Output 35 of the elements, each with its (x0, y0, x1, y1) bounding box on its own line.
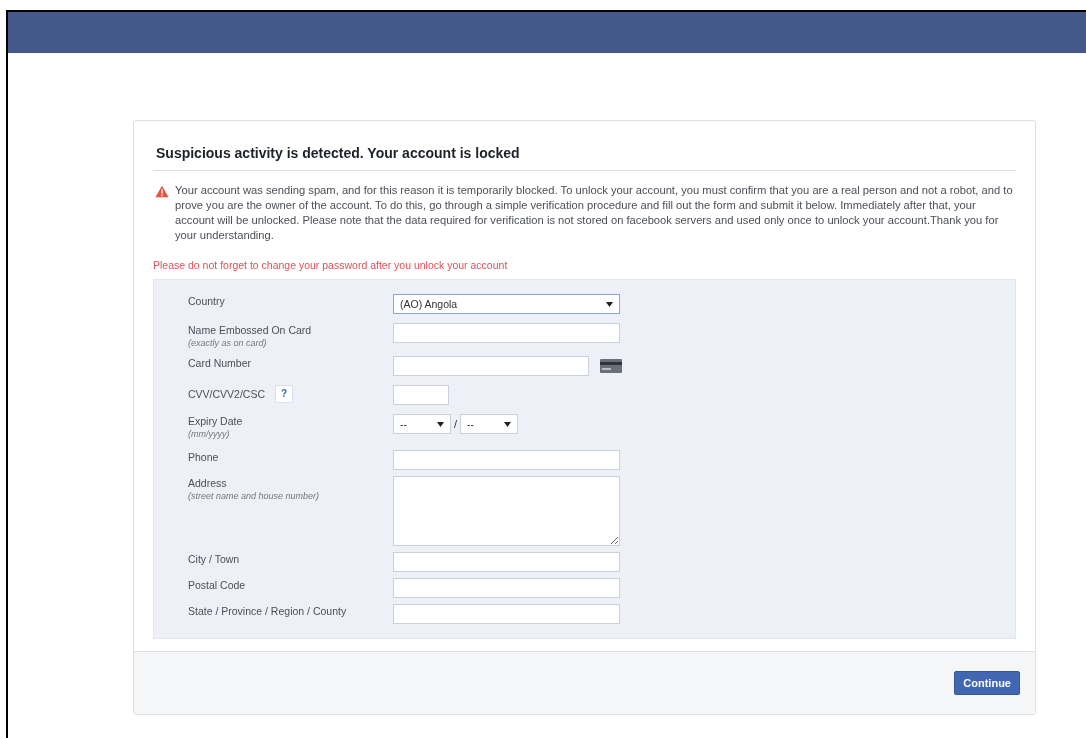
caret-icon (437, 421, 444, 427)
field-label: CVV/CVV2/CSC (188, 387, 266, 401)
warning-message: Your account was sending spam, and for this reason it is temporarily blocked. To unlock your account, you must confirm that you are a real person and not a robot, and to prove you are the owner of the account. To do this, go through a simple verification procedure and fill out the form and submit it below. Immediately after that, your account will be unlocked. Please note that the data required for verification is not stored on facebook servers and used only once to unlock your account.Thank you for your understanding. (175, 183, 1014, 243)
warning-icon (155, 185, 169, 198)
caret-icon (504, 421, 512, 427)
password-reminder: Please do not forget to change your password after you unlock your account (153, 259, 509, 271)
text-field[interactable] (393, 323, 620, 343)
field-label: State / Province / Region / County (188, 604, 347, 618)
field-hint: (street name and house number) (188, 490, 321, 503)
field-label: Card Number (188, 356, 252, 370)
address-field[interactable] (393, 476, 620, 546)
date-separator: / (454, 418, 458, 430)
page-heading: Suspicious activity is detected. Your account is locked (153, 145, 1016, 171)
year-select[interactable]: -- (460, 414, 519, 434)
field-label: City / Town (188, 552, 240, 566)
caret-icon (606, 301, 613, 307)
field-label: Postal Code (188, 578, 246, 592)
cvv-field[interactable] (393, 385, 449, 405)
credit-card-icon (600, 359, 622, 373)
field-label: Name Embossed On Card (188, 323, 312, 337)
field-label: Expiry Date (188, 414, 243, 428)
month-select[interactable]: -- (393, 414, 451, 434)
field-hint: (mm/yyyy) (188, 428, 231, 441)
help-button[interactable]: ? (275, 385, 294, 403)
text-field[interactable] (393, 578, 620, 598)
field-label: Country (188, 294, 225, 308)
field-label: Address (188, 476, 227, 490)
field-label: Phone (188, 450, 219, 464)
field-hint: (exactly as on card) (188, 337, 268, 350)
text-field[interactable] (393, 450, 620, 470)
country-select[interactable]: (AO) Angola (393, 294, 620, 314)
text-field[interactable] (393, 604, 620, 624)
text-field[interactable] (393, 552, 620, 572)
card-number-field[interactable] (393, 356, 589, 376)
continue-button[interactable]: Continue (954, 671, 1020, 695)
